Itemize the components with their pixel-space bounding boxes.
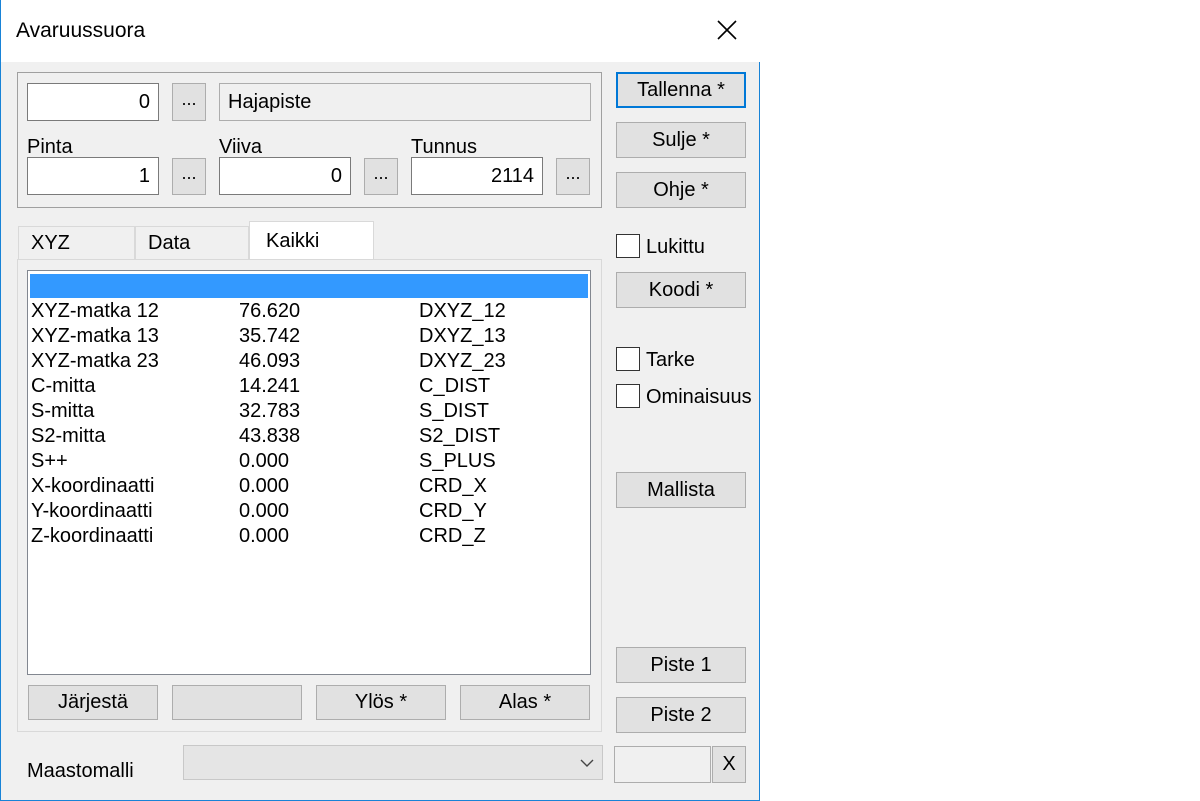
item-code: DXYZ_12: [419, 300, 506, 322]
move-down-button[interactable]: Alas *: [460, 685, 590, 720]
point-1-button[interactable]: Piste 1: [616, 647, 746, 683]
tunnus-label: Tunnus: [411, 136, 477, 158]
model-value-field[interactable]: [614, 746, 711, 783]
item-code: CRD_X: [419, 475, 487, 497]
list-item[interactable]: X-koordinaatti 0.000 CRD_X: [28, 474, 588, 499]
tunnus-field[interactable]: 2114: [411, 157, 543, 195]
item-code: S_DIST: [419, 400, 490, 422]
item-value: 14.241: [239, 375, 301, 397]
item-name: C-mitta: [31, 375, 96, 397]
tarke-checkbox[interactable]: [616, 347, 640, 371]
code-button[interactable]: Koodi *: [616, 272, 746, 308]
close-icon: [717, 20, 737, 40]
title-bar: Avaruussuora: [1, 0, 760, 62]
tunnus-browse-button[interactable]: ...: [556, 158, 590, 195]
lukittu-label: Lukittu: [646, 236, 705, 258]
item-value: 32.783: [239, 400, 301, 422]
tab-xyz-label: XYZ: [31, 232, 70, 254]
item-value: 0.000: [239, 450, 290, 472]
item-name: S2-mitta: [31, 425, 106, 447]
item-value: 35.742: [239, 325, 301, 347]
save-button[interactable]: Tallenna *: [616, 72, 746, 108]
clear-model-button[interactable]: X: [712, 746, 746, 783]
point-2-button[interactable]: Piste 2: [616, 697, 746, 733]
list-item[interactable]: S2-mitta 43.838 S2_DIST: [28, 424, 588, 449]
item-code: CRD_Z: [419, 525, 486, 547]
list-item[interactable]: XYZ-matka 23 46.093 DXYZ_23: [28, 349, 588, 374]
help-button[interactable]: Ohje *: [616, 172, 746, 208]
item-value: 0.000: [239, 500, 290, 522]
item-code: S_PLUS: [419, 450, 496, 472]
item-name: S++: [31, 450, 68, 472]
move-up-button[interactable]: Ylös *: [316, 685, 446, 720]
item-value: 46.093: [239, 350, 301, 372]
lukittu-checkbox[interactable]: [616, 234, 640, 258]
maastomalli-combo[interactable]: [183, 745, 603, 780]
window-title: Avaruussuora: [16, 19, 146, 42]
selected-row-highlight[interactable]: [30, 274, 588, 298]
list-item[interactable]: S-mitta 32.783 S_DIST: [28, 399, 588, 424]
item-code: DXYZ_13: [419, 325, 506, 347]
chevron-down-icon: [580, 759, 594, 767]
dialog-window: Avaruussuora 0 ... Hajapiste Pinta Viiva…: [0, 0, 760, 801]
viiva-field[interactable]: 0: [219, 157, 351, 195]
list-rows: XYZ-matka 12 76.620 DXYZ_12 XYZ-matka 13 35.…: [28, 299, 590, 559]
pinta-field[interactable]: 1: [27, 157, 159, 195]
close-button[interactable]: [705, 10, 749, 50]
point-type-field[interactable]: Hajapiste: [219, 83, 591, 121]
list-item[interactable]: XYZ-matka 12 76.620 DXYZ_12: [28, 299, 588, 324]
item-name: XYZ-matka 13: [31, 325, 159, 347]
item-value: 0.000: [239, 525, 290, 547]
item-value: 43.838: [239, 425, 301, 447]
item-code: C_DIST: [419, 375, 491, 397]
from-model-button[interactable]: Mallista: [616, 472, 746, 508]
pinta-browse-button[interactable]: ...: [172, 158, 206, 195]
tab-xyz[interactable]: XYZ: [18, 226, 135, 260]
maastomalli-label: Maastomalli: [27, 760, 134, 782]
item-name: S-mitta: [31, 400, 95, 422]
point-number-field[interactable]: 0: [27, 83, 159, 121]
blank-button[interactable]: [172, 685, 302, 720]
tab-kaikki-label: Kaikki: [266, 230, 320, 252]
tab-kaikki[interactable]: Kaikki: [249, 221, 374, 261]
pinta-label: Pinta: [27, 136, 73, 158]
sort-button[interactable]: Järjestä: [28, 685, 158, 720]
close-dialog-button[interactable]: Sulje *: [616, 122, 746, 158]
list-item[interactable]: S++ 0.000 S_PLUS: [28, 449, 588, 474]
item-name: Y-koordinaatti: [31, 500, 153, 522]
tarke-label: Tarke: [646, 349, 695, 371]
item-value: 0.000: [239, 475, 290, 497]
item-name: XYZ-matka 23: [31, 350, 159, 372]
list-item[interactable]: Y-koordinaatti 0.000 CRD_Y: [28, 499, 588, 524]
list-item[interactable]: C-mitta 14.241 C_DIST: [28, 374, 588, 399]
viiva-label: Viiva: [219, 136, 262, 158]
item-value: 76.620: [239, 300, 301, 322]
ominaisuus-checkbox[interactable]: [616, 384, 640, 408]
item-code: CRD_Y: [419, 500, 487, 522]
point-browse-button[interactable]: ...: [172, 83, 206, 121]
viiva-browse-button[interactable]: ...: [364, 158, 398, 195]
list-item[interactable]: Z-koordinaatti 0.000 CRD_Z: [28, 524, 588, 549]
tab-data-label: Data: [148, 232, 191, 254]
item-name: Z-koordinaatti: [31, 525, 154, 547]
list-item[interactable]: XYZ-matka 13 35.742 DXYZ_13: [28, 324, 588, 349]
item-name: XYZ-matka 12: [31, 300, 159, 322]
item-code: S2_DIST: [419, 425, 501, 447]
item-name: X-koordinaatti: [31, 475, 155, 497]
item-code: DXYZ_23: [419, 350, 506, 372]
attribute-list[interactable]: XYZ-matka 12 76.620 DXYZ_12 XYZ-matka 13 35.…: [27, 270, 591, 675]
tab-data[interactable]: Data: [135, 226, 249, 260]
ominaisuus-label: Ominaisuus: [646, 386, 752, 408]
